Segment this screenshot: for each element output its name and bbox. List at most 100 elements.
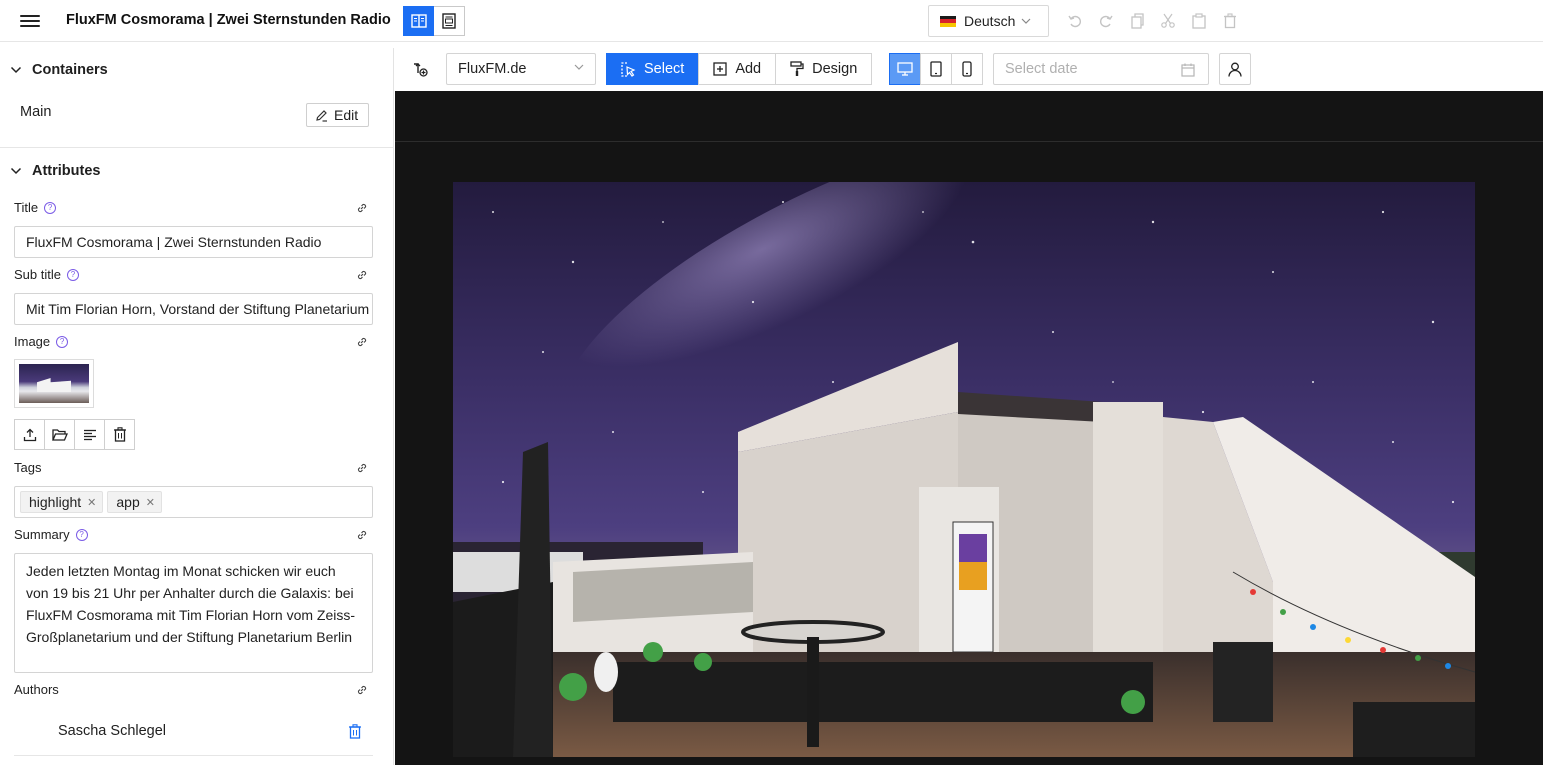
help-icon[interactable]: ? (75, 528, 88, 541)
tag-chip: app ✕ (107, 491, 162, 513)
image-label: Image ? (14, 334, 69, 349)
help-icon[interactable]: ? (66, 268, 79, 281)
remove-tag-icon[interactable]: ✕ (146, 496, 155, 509)
remove-tag-icon[interactable]: ✕ (87, 496, 96, 509)
attributes-header[interactable]: Attributes (0, 149, 393, 193)
select-parent-icon[interactable] (412, 61, 429, 78)
subtitle-input[interactable]: Mit Tim Florian Horn, Vorstand der Stift… (14, 293, 373, 325)
tags-label: Tags (14, 460, 41, 475)
attributes-heading: Attributes (32, 163, 101, 179)
title-input[interactable]: FluxFM Cosmorama | Zwei Sternstunden Rad… (14, 226, 373, 258)
chevron-down-icon (574, 64, 584, 70)
link-icon[interactable] (356, 684, 368, 696)
link-icon[interactable] (356, 202, 368, 214)
top-bar: FluxFM Cosmorama | Zwei Sternstunden Rad… (0, 0, 1543, 42)
thumbnail-image (19, 364, 89, 403)
image-thumbnail[interactable] (14, 359, 94, 408)
containers-heading: Containers (32, 62, 108, 78)
edit-container-button[interactable]: Edit (306, 103, 369, 127)
select-mode-button[interactable]: Select (606, 53, 700, 85)
tablet-icon (930, 61, 942, 77)
container-item: Main Edit (0, 92, 393, 148)
page-view-button[interactable] (434, 6, 465, 36)
split-view-icon (410, 14, 427, 28)
containers-header[interactable]: Containers (0, 48, 393, 92)
author-name: Sascha Schlegel (58, 723, 167, 739)
date-picker[interactable]: Select date (993, 53, 1209, 85)
design-mode-label: Design (812, 61, 858, 77)
link-icon[interactable] (356, 529, 368, 541)
cut-icon[interactable] (1159, 12, 1177, 30)
undo-icon[interactable] (1066, 12, 1084, 30)
user-icon (1228, 62, 1242, 77)
copy-icon[interactable] (1128, 12, 1146, 30)
desktop-view-button[interactable] (889, 53, 921, 85)
tag-label: highlight (29, 494, 82, 510)
pencil-icon (316, 109, 327, 122)
chevron-down-icon (1021, 18, 1031, 24)
summary-label-text: Summary (14, 527, 70, 542)
help-icon[interactable]: ? (44, 201, 57, 214)
trash-icon (113, 427, 126, 442)
title-label: Title ? (14, 200, 57, 215)
paint-roller-icon (790, 61, 804, 76)
summary-textarea[interactable]: Jeden letzten Montag im Monat schicken w… (14, 553, 373, 673)
subtitle-label-text: Sub title (14, 267, 61, 282)
folder-open-icon (51, 428, 68, 441)
date-placeholder: Select date (1005, 61, 1078, 77)
tag-label: app (116, 494, 140, 510)
mode-switch: Select Add Design (606, 53, 873, 85)
title-label-text: Title (14, 200, 39, 215)
edit-label: Edit (334, 107, 359, 123)
preview-header-divider (395, 141, 1543, 142)
select-mode-label: Select (644, 61, 685, 77)
page-title: FluxFM Cosmorama | Zwei Sternstunden Rad… (66, 12, 391, 28)
german-flag-icon (940, 15, 956, 27)
browse-button[interactable] (44, 419, 75, 450)
view-toggle (403, 6, 465, 36)
align-left-icon (83, 429, 96, 440)
mobile-view-button[interactable] (951, 53, 983, 85)
site-select[interactable]: FluxFM.de (446, 53, 596, 85)
calendar-icon (1181, 63, 1195, 77)
device-switch (889, 53, 983, 85)
edit-tools (1066, 12, 1239, 30)
page-view-icon (442, 13, 456, 29)
hero-image[interactable] (453, 182, 1475, 757)
help-icon[interactable]: ? (56, 335, 69, 348)
language-select[interactable]: Deutsch (928, 5, 1049, 37)
redo-icon[interactable] (1097, 12, 1115, 30)
tags-label-text: Tags (14, 460, 42, 475)
upload-button[interactable] (14, 419, 45, 450)
site-label: FluxFM.de (458, 61, 527, 77)
link-icon[interactable] (356, 269, 368, 281)
summary-label: Summary ? (14, 527, 88, 542)
container-name: Main (20, 104, 52, 120)
chevron-down-icon (10, 66, 22, 74)
delete-icon[interactable] (1221, 12, 1239, 30)
page-preview[interactable] (395, 91, 1543, 765)
tags-input[interactable]: highlight ✕ app ✕ (14, 486, 373, 518)
authors-label-text: Authors (14, 682, 59, 697)
author-item: Sascha Schlegel (14, 708, 373, 756)
link-icon[interactable] (356, 462, 368, 474)
image-label-text: Image (14, 334, 51, 349)
authors-label: Authors (14, 682, 59, 697)
image-tools (14, 419, 135, 450)
split-view-button[interactable] (403, 6, 434, 36)
align-button[interactable] (74, 419, 105, 450)
inspector-panel: Containers Main Edit Attributes Title ? … (0, 48, 394, 765)
trash-icon[interactable] (348, 724, 362, 739)
tablet-view-button[interactable] (920, 53, 952, 85)
user-button[interactable] (1219, 53, 1251, 85)
design-mode-button[interactable]: Design (775, 53, 873, 85)
desktop-icon (897, 62, 913, 76)
link-icon[interactable] (356, 336, 368, 348)
paste-icon[interactable] (1190, 12, 1208, 30)
add-mode-button[interactable]: Add (698, 53, 777, 85)
select-cursor-icon (621, 61, 636, 77)
mobile-icon (962, 61, 972, 77)
chevron-down-icon (10, 167, 22, 175)
remove-image-button[interactable] (104, 419, 135, 450)
menu-icon[interactable] (20, 12, 40, 30)
